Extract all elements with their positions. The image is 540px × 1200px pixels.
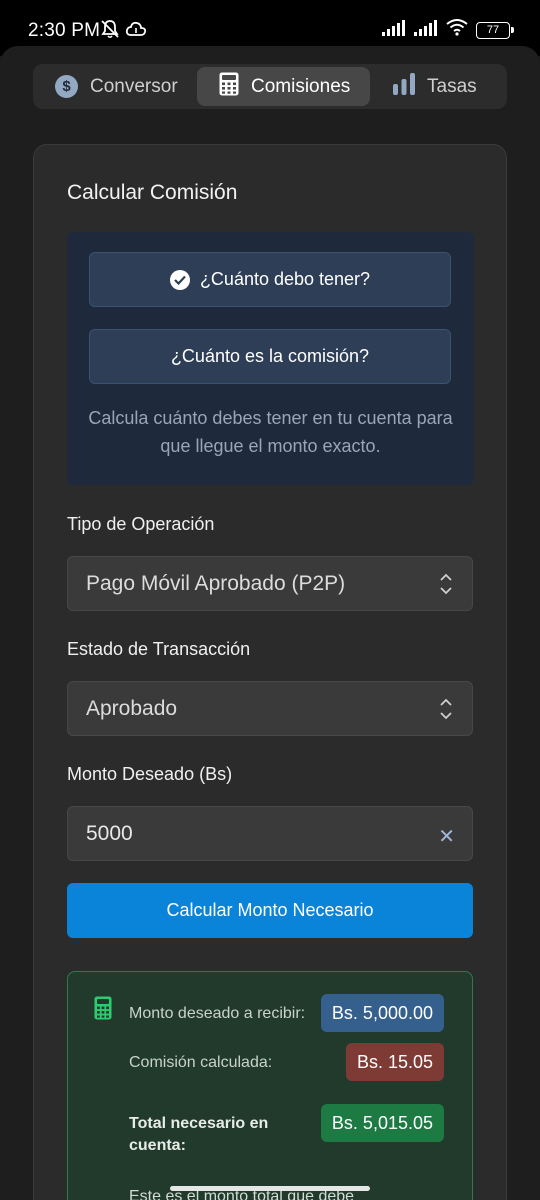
- tab-label: Comisiones: [251, 75, 351, 97]
- tab-label: Tasas: [427, 75, 477, 97]
- transaction-state-label: Estado de Transacción: [67, 639, 251, 659]
- total-required-value: Bs. 5,015.05: [320, 1104, 444, 1142]
- bar-chart-icon: [393, 72, 415, 101]
- operation-type-label: Tipo de Operación: [67, 514, 215, 534]
- chevron-up-down-icon: [439, 572, 453, 602]
- tab-label: Conversor: [90, 75, 178, 97]
- transaction-state-select[interactable]: Aprobado: [67, 681, 473, 736]
- commission-label: Comisión calculada:: [129, 1054, 273, 1071]
- mode-label: ¿Cuánto debo tener?: [199, 269, 371, 289]
- mode-description: Calcula cuánto debes tener en tu cuenta …: [88, 408, 453, 456]
- home-indicator[interactable]: [170, 1186, 370, 1191]
- app-container: $ Conversor Comisiones Tasas Calcular Co…: [0, 46, 540, 1200]
- card-title: Calcular Comisión: [67, 181, 238, 204]
- total-required-label: Total necesario en cuenta:: [129, 1115, 269, 1154]
- desired-amount-label: Monto deseado a recibir:: [129, 1005, 306, 1022]
- signal-icon-2: [414, 19, 438, 41]
- mode-label: ¿Cuánto es la comisión?: [170, 346, 370, 366]
- tab-tasas[interactable]: Tasas: [373, 67, 507, 106]
- operation-type-select[interactable]: Pago Móvil Aprobado (P2P): [67, 556, 473, 611]
- chevron-up-down-icon: [439, 697, 453, 727]
- tab-comisiones[interactable]: Comisiones: [197, 67, 370, 106]
- bell-off-icon: [101, 19, 119, 44]
- cloud-icon: [125, 19, 147, 44]
- commission-card: Calcular Comisión ¿Cuánto debo tener? ¿C…: [33, 144, 507, 1200]
- signal-icon: [382, 19, 406, 41]
- battery-indicator: 77: [476, 21, 514, 39]
- desired-amount-value: Bs. 5,000.00: [320, 994, 444, 1032]
- result-panel: Monto deseado a recibir: Bs. 5,000.00 Co…: [67, 971, 473, 1200]
- tab-conversor[interactable]: $ Conversor: [33, 67, 195, 106]
- clear-icon[interactable]: ✕: [438, 824, 455, 849]
- wifi-icon: [446, 19, 468, 41]
- status-time: 2:30 PM: [28, 20, 101, 41]
- calculator-icon: [219, 72, 239, 102]
- mode-panel: ¿Cuánto debo tener? ¿Cuánto es la comisi…: [67, 232, 474, 485]
- commission-value: Bs. 15.05: [345, 1043, 444, 1081]
- amount-input[interactable]: 5000 ✕: [67, 806, 473, 861]
- mode-commission-amount-button[interactable]: ¿Cuánto es la comisión?: [89, 329, 451, 384]
- tab-bar: $ Conversor Comisiones Tasas: [33, 64, 507, 109]
- dollar-circle-icon: $: [55, 75, 78, 98]
- calculate-button[interactable]: Calcular Monto Necesario: [67, 883, 473, 938]
- check-circle-icon: [169, 269, 190, 290]
- amount-label: Monto Deseado (Bs): [67, 764, 233, 784]
- calculator-icon: [94, 996, 112, 1025]
- mode-how-much-to-have-button[interactable]: ¿Cuánto debo tener?: [89, 252, 451, 307]
